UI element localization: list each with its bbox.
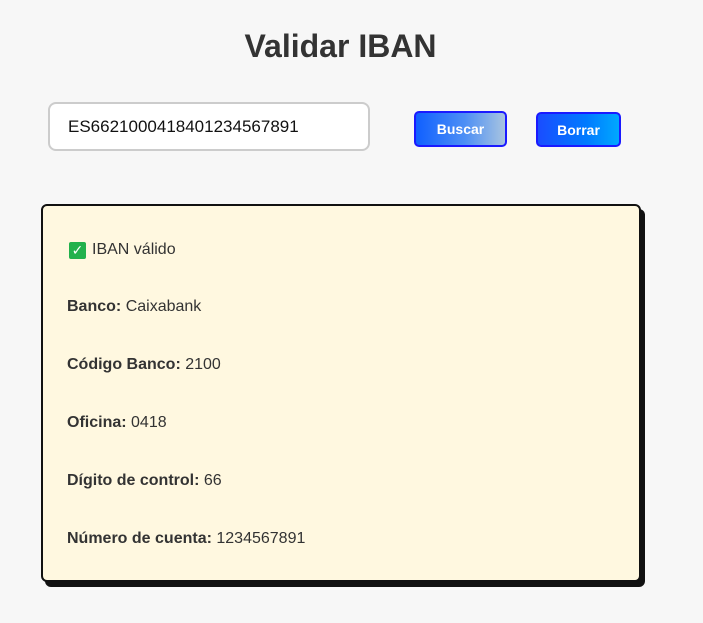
page: Validar IBAN Buscar Borrar ✓ IBAN válido… xyxy=(0,0,703,623)
status-text: IBAN válido xyxy=(92,241,176,258)
search-button[interactable]: Buscar xyxy=(414,111,507,147)
field-value: Caixabank xyxy=(125,298,202,315)
clear-button[interactable]: Borrar xyxy=(536,112,621,147)
field-value: 2100 xyxy=(185,356,221,373)
field-value: 1234567891 xyxy=(216,530,306,547)
field-label: Dígito de control: xyxy=(67,472,200,489)
field-label: Banco: xyxy=(67,298,122,315)
field-value: 66 xyxy=(203,472,222,489)
iban-input[interactable] xyxy=(48,102,370,151)
field-bank-code: Código Banco: 2100 xyxy=(67,356,221,374)
validation-status: ✓ IBAN válido xyxy=(69,241,176,259)
check-icon: ✓ xyxy=(69,241,86,259)
field-label: Oficina: xyxy=(67,414,127,431)
field-label: Número de cuenta: xyxy=(67,530,212,547)
field-value: 0418 xyxy=(131,414,167,431)
field-branch: Oficina: 0418 xyxy=(67,414,167,432)
page-title: Validar IBAN xyxy=(244,28,437,64)
field-label: Código Banco: xyxy=(67,356,181,373)
field-check-digit: Dígito de control: 66 xyxy=(67,472,222,490)
result-card: ✓ IBAN válido Banco: Caixabank Código Ba… xyxy=(41,204,641,582)
field-bank: Banco: Caixabank xyxy=(67,298,201,316)
field-account-number: Número de cuenta: 1234567891 xyxy=(67,530,305,548)
